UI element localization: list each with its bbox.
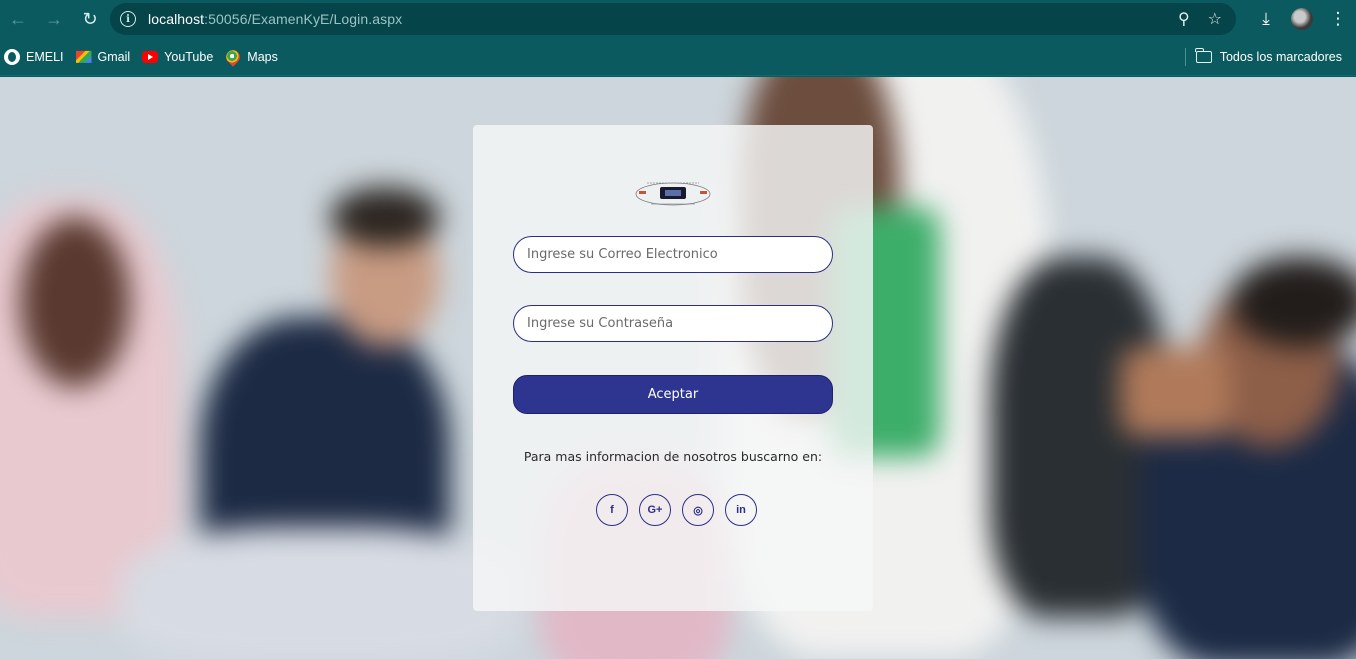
profile-avatar[interactable] — [1284, 0, 1320, 38]
bookmark-maps[interactable]: Maps — [223, 43, 286, 71]
url-path: :50056/ExamenKyE/Login.aspx — [204, 11, 403, 27]
menu-kebab-icon[interactable]: ⋮ — [1320, 0, 1356, 38]
instagram-icon[interactable]: ◎ — [682, 494, 714, 526]
forward-icon[interactable]: → — [36, 0, 72, 38]
login-card: Aceptar Para mas informacion de nosotros… — [473, 125, 873, 611]
submit-button[interactable]: Aceptar — [513, 375, 833, 414]
social-links: f G+ ◎ in — [596, 494, 757, 526]
reload-icon[interactable]: ↻ — [72, 0, 108, 38]
page-viewport: Aceptar Para mas informacion de nosotros… — [0, 77, 1356, 659]
folder-icon — [1194, 48, 1212, 63]
browser-toolbar: ← → ↻ i localhost:50056/ExamenKyE/Login.… — [0, 0, 1356, 38]
google-plus-icon[interactable]: G+ — [639, 494, 671, 526]
bookmark-emeli[interactable]: EMELI — [4, 43, 72, 71]
bookmark-label: Maps — [247, 49, 278, 64]
address-bar[interactable]: i localhost:50056/ExamenKyE/Login.aspx ⚲… — [110, 3, 1236, 35]
zoom-icon[interactable]: ⚲ — [1178, 9, 1190, 29]
facebook-icon[interactable]: f — [596, 494, 628, 526]
youtube-icon — [142, 50, 159, 63]
globe-icon — [4, 48, 20, 65]
download-icon[interactable]: ⤓ — [1248, 0, 1284, 38]
maps-icon — [223, 46, 243, 67]
info-text: Para mas informacion de nosotros buscarn… — [523, 449, 823, 464]
bookmark-label: EMELI — [26, 49, 64, 64]
bookmark-gmail[interactable]: Gmail — [75, 43, 139, 71]
linkedin-glyph: in — [736, 504, 746, 516]
bookmark-label: Gmail — [97, 49, 131, 64]
url-host: localhost — [148, 11, 205, 27]
email-field[interactable] — [513, 236, 833, 273]
all-bookmarks-label: Todos los marcadores — [1219, 50, 1342, 64]
bookmark-star-icon[interactable]: ☆ — [1208, 9, 1222, 29]
bookmarks-bar: EMELI Gmail YouTube Maps Todos los marca… — [0, 38, 1356, 76]
facebook-glyph: f — [610, 504, 614, 516]
gmail-icon — [75, 50, 92, 63]
bookmarks-divider — [1185, 48, 1186, 66]
bookmark-label: YouTube — [164, 49, 214, 64]
avatar — [1291, 8, 1313, 30]
url-text[interactable]: localhost:50056/ExamenKyE/Login.aspx — [148, 11, 402, 27]
site-info-icon[interactable]: i — [120, 11, 136, 27]
instagram-glyph: ◎ — [693, 504, 703, 517]
password-field[interactable] — [513, 305, 833, 342]
linkedin-icon[interactable]: in — [725, 494, 757, 526]
google-plus-glyph: G+ — [647, 504, 663, 516]
back-icon[interactable]: ← — [0, 0, 36, 38]
bookmark-youtube[interactable]: YouTube — [142, 43, 221, 71]
all-bookmarks-button[interactable]: Todos los marcadores — [1194, 38, 1342, 76]
school-logo — [635, 182, 711, 206]
